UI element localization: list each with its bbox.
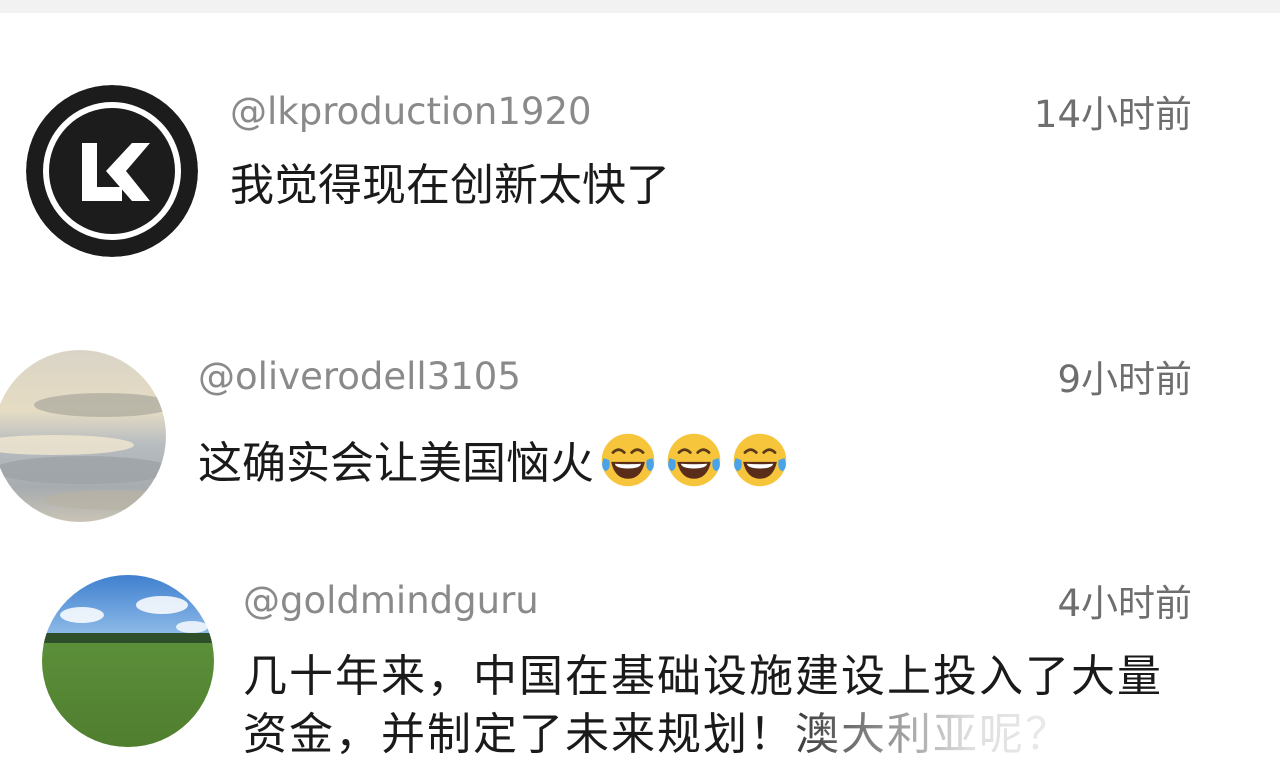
comment-username[interactable]: @goldmindguru <box>243 582 539 619</box>
avatar[interactable] <box>42 575 214 747</box>
field-photo-avatar <box>42 575 214 747</box>
comment-text: 几十年来，中国在基础设施建设上投入了大量资金，并制定了未来规划！澳大利亚呢？ <box>243 651 1163 760</box>
comment-timestamp: 4小时前 <box>1057 582 1192 625</box>
comment-item: @goldmindguru 4小时前 几十年来，中国在基础设施建设上投入了大量资… <box>0 0 1280 767</box>
